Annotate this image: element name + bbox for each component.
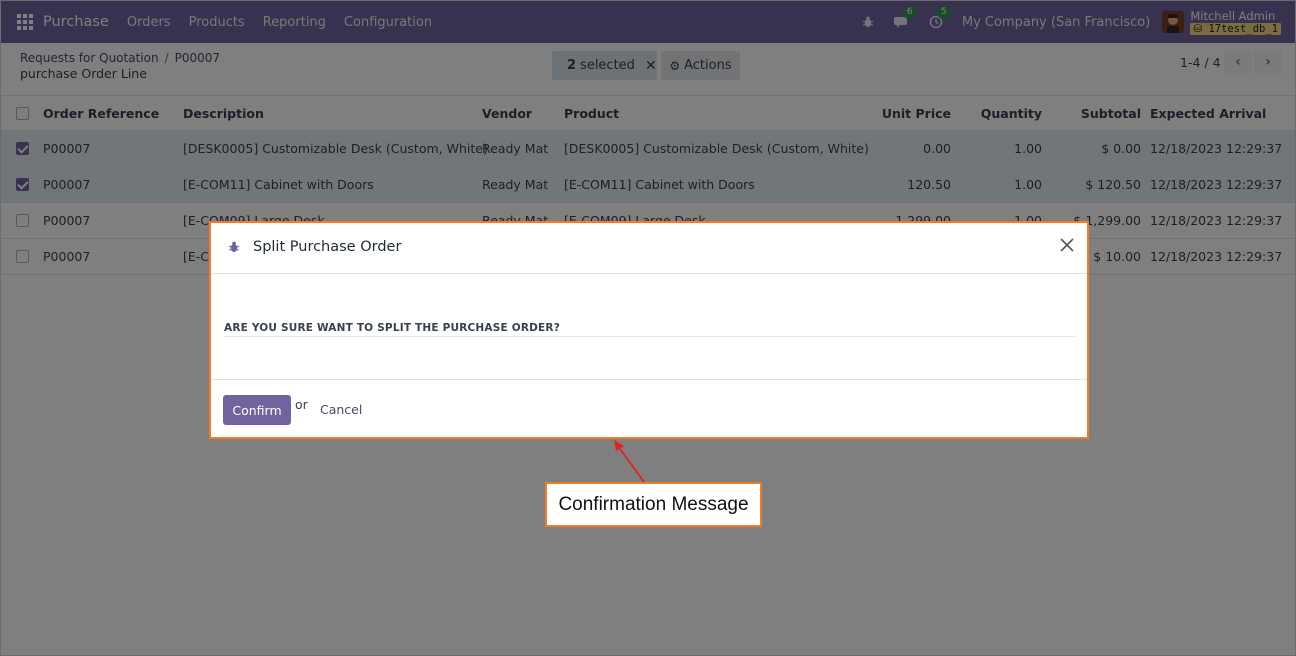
or-label: or [295, 397, 308, 412]
dialog-header: Split Purchase Order [211, 223, 1087, 274]
close-icon[interactable] [1057, 235, 1077, 255]
debug-bug-icon [228, 241, 240, 252]
annotation-arrow [614, 440, 645, 483]
dialog-title: Split Purchase Order [253, 239, 402, 255]
divider [224, 336, 1076, 337]
annotation-callout: Confirmation Message [545, 482, 762, 527]
split-purchase-order-dialog: Split Purchase Order ARE YOU SURE WANT T… [209, 221, 1089, 439]
app-window: Purchase Orders Products Reporting Confi… [0, 0, 1296, 656]
dialog-footer: Confirm or Cancel [211, 379, 1087, 439]
cancel-button[interactable]: Cancel [320, 402, 362, 417]
confirmation-question: ARE YOU SURE WANT TO SPLIT THE PURCHASE … [224, 322, 561, 334]
confirm-button[interactable]: Confirm [223, 395, 291, 425]
